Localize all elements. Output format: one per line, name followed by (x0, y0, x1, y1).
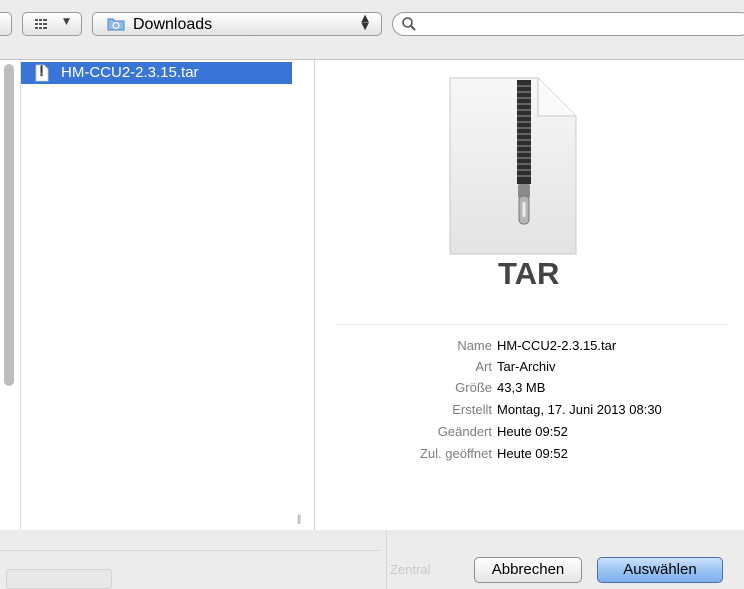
chevron-down-icon: ▼ (63, 17, 70, 27)
info-row-created: Erstellt Montag, 17. Juni 2013 08:30 (315, 402, 744, 422)
info-value: Montag, 17. Juni 2013 08:30 (497, 402, 662, 417)
background-divider (0, 550, 380, 551)
column-resize-handle[interactable]: || (297, 514, 301, 525)
location-label: Downloads (133, 16, 213, 33)
background-field (6, 569, 112, 589)
info-key: Art (475, 359, 492, 374)
folder-icon (107, 18, 125, 31)
info-key: Geändert (437, 424, 492, 439)
background-separator (386, 530, 387, 589)
list-item[interactable]: HM-CCU2-2.3.15.tar (21, 62, 292, 84)
info-key: Zul. geöffnet (419, 446, 492, 461)
scrollbar-thumb[interactable] (4, 64, 14, 386)
tar-icon-label: TAR (498, 256, 560, 291)
info-value: Tar-Archiv (497, 359, 556, 374)
archive-file-icon (35, 64, 49, 82)
tar-archive-icon (449, 77, 577, 255)
grid-icon (35, 19, 47, 29)
view-mode-button[interactable]: ▼ (22, 12, 82, 36)
toolbar: ▼ Downloads ▲ ▼ (0, 0, 744, 50)
info-key: Erstellt (452, 402, 492, 417)
info-row-size: Größe 43,3 MB (315, 380, 744, 400)
file-name: HM-CCU2-2.3.15.tar (61, 64, 199, 81)
updown-arrows-icon: ▲ ▼ (361, 13, 369, 32)
info-key: Name (457, 338, 492, 353)
info-row-name: Name HM-CCU2-2.3.15.tar (315, 338, 744, 358)
info-value: Heute 09:52 (497, 446, 568, 461)
info-row-kind: Art Tar-Archiv (315, 359, 744, 379)
cancel-button[interactable]: Abbrechen (474, 557, 582, 583)
search-field[interactable] (392, 12, 744, 36)
info-key: Größe (455, 380, 492, 395)
info-row-modified: Geändert Heute 09:52 (315, 424, 744, 444)
info-value: Heute 09:52 (497, 424, 568, 439)
file-column: HM-CCU2-2.3.15.tar || (21, 60, 315, 531)
info-row-last-opened: Zul. geöffnet Heute 09:52 (315, 446, 744, 466)
preview-pane: TAR Name HM-CCU2-2.3.15.tar Art Tar-Arch… (315, 60, 744, 531)
choose-button[interactable]: Auswählen (597, 557, 723, 583)
search-icon (402, 17, 416, 31)
search-input[interactable] (421, 16, 725, 34)
vertical-scrollbar[interactable] (0, 60, 21, 531)
back-button[interactable] (0, 12, 12, 36)
file-browser: HM-CCU2-2.3.15.tar || TAR Name HM-CCU2-2… (0, 59, 744, 531)
location-popup[interactable]: Downloads ▲ ▼ (92, 12, 382, 36)
info-value: HM-CCU2-2.3.15.tar (497, 338, 617, 353)
info-value: 43,3 MB (497, 380, 546, 395)
divider (337, 324, 727, 325)
dialog-footer: Zentral Abbrechen Auswählen (0, 530, 744, 589)
background-text: Zentral (390, 562, 431, 577)
